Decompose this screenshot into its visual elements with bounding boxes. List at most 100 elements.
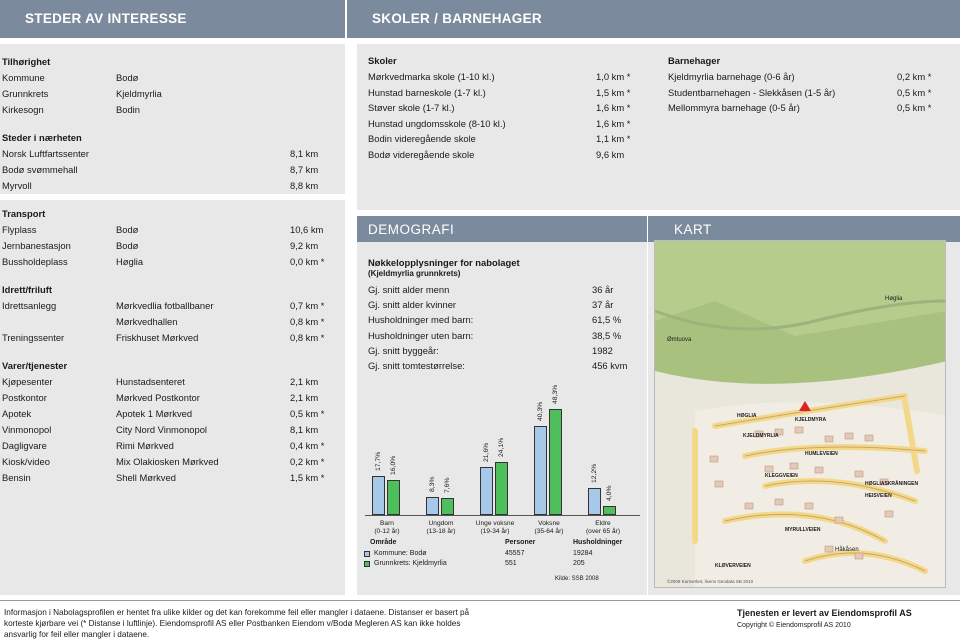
map-copyright: ©2009 Kartverket, lisens Geodata SB 2010	[667, 579, 754, 584]
barnehage-name: Studentbarnehagen - Slekkåsen (1-5 år)	[668, 86, 836, 98]
nokkel-label: Gj. snitt byggeår:	[368, 344, 439, 356]
chart-bar-0-3	[534, 426, 547, 515]
nokkel-label: Gj. snitt alder kvinner	[368, 299, 457, 311]
map-place-omtuova: Ømtuova	[667, 337, 692, 343]
footer-divider	[0, 600, 960, 601]
map-road-kleggveien: KLEGGVEIEN	[765, 473, 798, 479]
row-label-tilhorighet: Grunnkrets	[2, 88, 49, 99]
row-value-transport: Høglia	[116, 256, 144, 267]
row-value-tilhorighet: Kjeldmyrlia	[116, 88, 162, 99]
row-label-steder: Myrvoll	[2, 180, 32, 191]
chart-data-label: 7,6%	[444, 477, 451, 494]
row-value-transport: Bodø	[116, 240, 139, 251]
skole-name: Bodin videregående skole	[368, 133, 476, 144]
row-value-idrett: Friskhuset Mørkved	[116, 332, 199, 343]
chart-category-line: Voksne	[538, 520, 560, 527]
row-dist-varer: 2,1 km	[290, 392, 319, 403]
row-label-transport: Jernbanestasjon	[2, 240, 71, 251]
barnehage-name: Kjeldmyrlia barnehage (0-6 år)	[668, 71, 795, 82]
chart-category-line: (35-64 år)	[534, 528, 564, 535]
row-value-varer: Apotek 1 Mørkved	[116, 408, 193, 419]
row-value-varer: Mix Olakiosken Mørkved	[116, 456, 219, 467]
row-dist-varer: 0,4 km *	[290, 440, 325, 451]
row-dist-varer: 0,5 km *	[290, 408, 325, 419]
chart-category-label: Ungdom (13-18 år)	[418, 520, 464, 536]
row-value-idrett: Mørkvedlia fotballbaner	[116, 300, 214, 311]
barnehage-name: Mellommyra barnehage (0-5 år)	[668, 102, 800, 113]
barnehage-dist: 0,2 km *	[897, 71, 932, 82]
row-value-varer: Rimi Mørkved	[116, 440, 174, 451]
row-label-varer: Postkontor	[2, 392, 47, 403]
row-label-tilhorighet: Kirkesogn	[2, 104, 44, 115]
skole-dist: 1,6 km *	[596, 102, 631, 113]
header-skoler: SKOLER / BARNEHAGER	[345, 0, 960, 38]
barnehager-title: Barnehager	[668, 55, 721, 66]
legend-header-personer: Personer	[505, 539, 536, 546]
row-value-varer: Hunstadsenteret	[116, 376, 185, 387]
chart-category-line: Ungdom	[428, 520, 454, 527]
nokkel-label: Husholdninger uten barn:	[368, 329, 474, 341]
chart-data-label: 16,0%	[390, 455, 397, 475]
row-dist-idrett: 0,7 km *	[290, 300, 325, 311]
chart-bar-1-3	[549, 408, 562, 515]
chart-data-label: 17,7%	[375, 451, 382, 472]
chart-data-label: 12,2%	[591, 463, 598, 484]
section-title-idrett: Idrett/friluft	[2, 284, 52, 295]
section-title-varer: Varer/tjenester	[2, 360, 68, 371]
map-place-hakasen: Håkåsen	[835, 547, 859, 553]
chart-baseline	[365, 515, 640, 516]
barnehage-dist: 0,5 km *	[897, 86, 932, 98]
legend-hus: 205	[573, 560, 585, 567]
chart-bar-1-2	[495, 461, 508, 515]
chart-bar-0-1	[426, 496, 439, 515]
legend-personer: 45557	[505, 550, 525, 557]
row-label-steder: Bodø svømmehall	[2, 164, 78, 175]
legend-header-omrade: Område	[370, 539, 397, 546]
chart-data-label: 48,3%	[552, 384, 559, 404]
legend-header-hus: Husholdninger	[573, 539, 623, 546]
chart-category-label: Voksne (35-64 år)	[526, 520, 572, 536]
chart-bar-1-1	[441, 498, 454, 515]
kilde-text: Kilde: SSB 2008	[555, 576, 599, 582]
section-title-steder: Steder i nærheten	[2, 132, 82, 143]
chart-bar-0-0	[372, 476, 385, 515]
map-road-kjeldmyra: KJELDMYRA	[795, 417, 827, 423]
chart-category-line: Eldre	[595, 520, 611, 527]
footer-disclaimer: Informasjon i Nabolagsprofilen er hentet…	[4, 608, 470, 639]
map-svg	[655, 241, 945, 587]
row-dist-idrett: 0,8 km *	[290, 332, 325, 343]
row-label-varer: Bensin	[2, 472, 31, 483]
map[interactable]: Høglia Ømtuova Håkåsen HØGLIA KJELDMYRA …	[654, 240, 946, 588]
row-label-varer: Apotek	[2, 408, 32, 419]
skole-dist: 1,6 km *	[596, 117, 631, 129]
footer-copyright: Copyright © Eiendomsprofil AS 2010	[737, 622, 851, 629]
nokkel-value: 36 år	[592, 284, 614, 295]
map-road-hoglia: HØGLIA	[737, 413, 757, 419]
row-dist-varer: 8,1 km	[290, 424, 319, 435]
row-dist-steder: 8,8 km	[290, 180, 319, 191]
chart-bar-1-4	[603, 506, 616, 515]
row-dist-varer: 2,1 km	[290, 376, 319, 387]
row-value-transport: Bodø	[116, 224, 139, 235]
chart-data-label: 8,3%	[429, 476, 436, 492]
chart-category-line: (over 65 år)	[585, 528, 621, 535]
skole-dist: 1,5 km *	[596, 86, 631, 98]
legend-personer: 551	[505, 560, 517, 567]
chart-data-label: 24,1%	[498, 437, 505, 457]
nokkel-value: 61,5 %	[592, 314, 622, 326]
skole-dist: 1,1 km *	[596, 133, 631, 144]
header-steder: STEDER AV INTERESSE	[0, 0, 345, 38]
row-label-steder: Norsk Luftfartssenter	[2, 148, 90, 159]
row-value-varer: City Nord Vinmonopol	[116, 424, 208, 435]
chart-data-label: 4,0%	[606, 485, 613, 502]
chart-category-label: Eldre (over 65 år)	[580, 520, 626, 536]
legend-name: Kommune: Bodø	[374, 550, 427, 557]
chart-data-label: 40,3%	[537, 402, 544, 422]
map-road-kloverveien: KLØVERVEIEN	[715, 563, 751, 569]
demografi-title: DEMOGRAFI	[368, 222, 455, 237]
nokkel-label: Husholdninger med barn:	[368, 314, 474, 326]
nokkel-value: 38,5 %	[592, 329, 622, 341]
skole-dist: 1,0 km *	[596, 71, 631, 82]
skole-name: Støver skole (1-7 kl.)	[368, 102, 455, 113]
barnehage-dist: 0,5 km *	[897, 102, 932, 113]
